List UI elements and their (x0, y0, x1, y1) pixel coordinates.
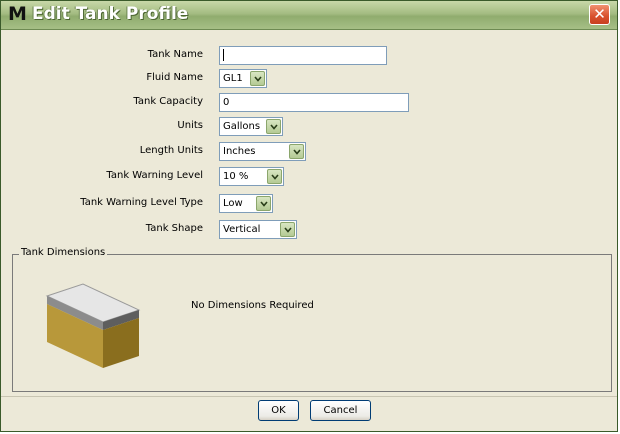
tank-shape-select[interactable]: Vertical (219, 220, 297, 239)
no-dimensions-message: No Dimensions Required (191, 300, 314, 311)
chevron-down-icon[interactable] (250, 71, 265, 86)
chevron-down-icon[interactable] (266, 119, 281, 134)
chevron-down-icon[interactable] (289, 144, 304, 159)
tank-capacity-row: Tank Capacity 0 (1, 93, 617, 113)
tank-capacity-input[interactable]: 0 (219, 93, 409, 112)
units-label: Units (177, 120, 203, 131)
units-select[interactable]: Gallons (219, 117, 283, 136)
text-caret (223, 49, 224, 61)
close-icon: ✕ (593, 5, 606, 23)
tank-shape-label: Tank Shape (145, 223, 203, 234)
fluid-name-row: Fluid Name GL1 (1, 69, 617, 89)
tank-warning-level-type-select[interactable]: Low (219, 194, 273, 213)
tank-shape-value: Vertical (223, 224, 261, 235)
tank-name-row: Tank Name (1, 46, 617, 66)
tank-warning-level-label: Tank Warning Level (106, 170, 203, 181)
tank-capacity-label: Tank Capacity (133, 96, 203, 107)
tank-icon (45, 283, 141, 368)
tank-warning-level-value: 10 % (223, 171, 249, 182)
units-row: Units Gallons (1, 117, 617, 137)
edit-tank-profile-dialog: M Edit Tank Profile ✕ Tank Name Fluid Na… (0, 0, 618, 432)
length-units-select[interactable]: Inches (219, 142, 306, 161)
cancel-button[interactable]: Cancel (310, 400, 371, 421)
chevron-down-icon[interactable] (267, 169, 282, 184)
fluid-name-label: Fluid Name (146, 72, 203, 83)
tank-shape-row: Tank Shape Vertical (1, 220, 617, 240)
close-button[interactable]: ✕ (589, 4, 610, 25)
tank-name-input[interactable] (219, 46, 387, 65)
units-value: Gallons (223, 121, 261, 132)
tank-warning-level-type-label: Tank Warning Level Type (80, 197, 203, 208)
length-units-label: Length Units (139, 145, 203, 156)
ok-button[interactable]: OK (258, 400, 299, 421)
fluid-name-value: GL1 (223, 73, 243, 84)
button-bar-divider (1, 396, 617, 397)
fluid-name-select[interactable]: GL1 (219, 69, 267, 88)
length-units-row: Length Units Inches (1, 142, 617, 162)
title-bar[interactable]: M Edit Tank Profile ✕ (1, 1, 617, 30)
chevron-down-icon[interactable] (280, 222, 295, 237)
tank-dimensions-title: Tank Dimensions (19, 247, 108, 258)
length-units-value: Inches (223, 146, 256, 157)
tank-warning-level-type-value: Low (223, 198, 243, 209)
tank-name-label: Tank Name (147, 49, 203, 60)
tank-capacity-value: 0 (223, 97, 230, 108)
app-logo-icon: M (8, 3, 27, 25)
chevron-down-icon[interactable] (256, 196, 271, 211)
window-title: Edit Tank Profile (32, 4, 189, 24)
tank-warning-level-type-row: Tank Warning Level Type Low (1, 194, 617, 214)
tank-warning-level-select[interactable]: 10 % (219, 167, 284, 186)
tank-warning-level-row: Tank Warning Level 10 % (1, 167, 617, 187)
